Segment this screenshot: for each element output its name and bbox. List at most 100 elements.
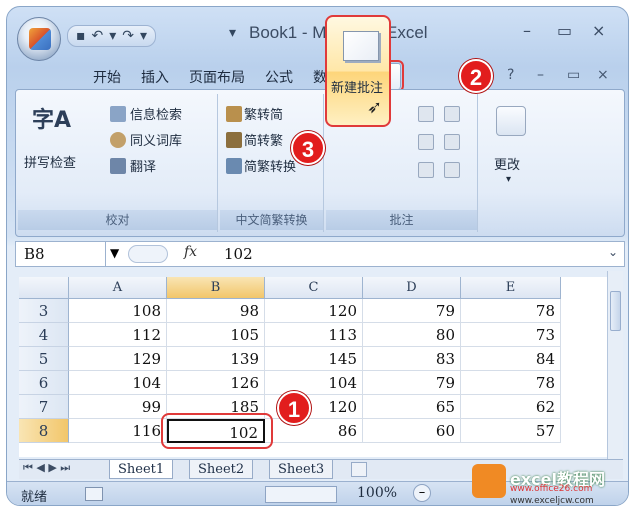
table-cell[interactable]: 98 xyxy=(167,299,265,323)
table-cell[interactable]: 73 xyxy=(461,323,561,347)
sheet-tab-2[interactable]: Sheet2 xyxy=(189,460,254,479)
row-header[interactable]: 3 xyxy=(19,299,69,323)
select-all-corner[interactable] xyxy=(19,277,69,299)
table-cell[interactable]: 129 xyxy=(69,347,167,371)
table-cell[interactable]: 78 xyxy=(461,299,561,323)
row-header-selected[interactable]: 8 xyxy=(19,419,69,443)
undo-icon[interactable]: ↶ xyxy=(92,28,104,44)
table-cell[interactable]: 78 xyxy=(461,371,561,395)
name-box[interactable]: B8 xyxy=(16,242,106,266)
name-box-dropdown-icon[interactable]: ▼ xyxy=(110,246,119,260)
row-header[interactable]: 7 xyxy=(19,395,69,419)
dropdown-icon[interactable]: ▾ xyxy=(140,28,147,44)
row-header[interactable]: 5 xyxy=(19,347,69,371)
research-button[interactable]: 信息检索 xyxy=(130,104,182,123)
insert-sheet-icon[interactable] xyxy=(351,462,367,477)
qat-customize-icon[interactable]: ▾ xyxy=(229,25,236,41)
conversion-button[interactable]: 简繁转换 xyxy=(244,156,296,175)
table-cell[interactable]: 80 xyxy=(363,323,461,347)
table-cell[interactable]: 65 xyxy=(363,395,461,419)
tab-home[interactable]: 开始 xyxy=(83,63,131,89)
ribbon-close-button[interactable]: × xyxy=(597,67,609,83)
insert-function-icon[interactable]: fx xyxy=(184,244,197,260)
show-ink-icon[interactable] xyxy=(444,162,460,178)
formula-value[interactable]: 102 xyxy=(224,242,253,266)
table-cell[interactable]: 145 xyxy=(265,347,363,371)
table-cell[interactable]: 60 xyxy=(363,419,461,443)
restore-button[interactable]: ▭ xyxy=(557,21,572,40)
edit-comment-icon[interactable] xyxy=(418,106,434,122)
window-frame: ▪ ↶ ▾ ↷ ▾ ▾ Book1 - Microsoft Excel – ▭ … xyxy=(6,6,629,506)
column-header-d[interactable]: D xyxy=(363,277,461,299)
scroll-thumb[interactable] xyxy=(610,291,621,331)
table-cell[interactable]: 108 xyxy=(69,299,167,323)
table-cell[interactable]: 83 xyxy=(363,347,461,371)
table-cell[interactable]: 57 xyxy=(461,419,561,443)
to-traditional-button[interactable]: 简转繁 xyxy=(244,130,283,149)
sheet-nav-icon[interactable]: ⏮ ◀ ▶ ⏭ xyxy=(23,461,70,475)
table-cell[interactable]: 139 xyxy=(167,347,265,371)
previous-comment-icon[interactable] xyxy=(418,134,434,150)
step-badge-1: 1 xyxy=(277,391,311,425)
table-cell[interactable]: 86 xyxy=(265,419,363,443)
column-header-c[interactable]: C xyxy=(265,277,363,299)
office-button[interactable] xyxy=(17,17,61,61)
table-cell[interactable]: 79 xyxy=(363,299,461,323)
formula-bar-handle[interactable] xyxy=(128,245,168,263)
delete-comment-icon[interactable] xyxy=(444,106,460,122)
watermark-logo-icon xyxy=(472,464,506,498)
table-cell[interactable]: 113 xyxy=(265,323,363,347)
group-label-chinese-conversion: 中文简繁转换 xyxy=(220,210,323,230)
translate-button[interactable]: 翻译 xyxy=(130,156,156,175)
table-cell[interactable]: 79 xyxy=(363,371,461,395)
view-buttons[interactable] xyxy=(265,486,337,503)
table-cell[interactable]: 112 xyxy=(69,323,167,347)
table-cell[interactable]: 120 xyxy=(265,299,363,323)
redo-icon[interactable]: ↷ xyxy=(122,28,134,44)
table-cell[interactable]: 99 xyxy=(69,395,167,419)
to-simplified-button[interactable]: 繁转简 xyxy=(244,104,283,123)
step-badge-3: 3 xyxy=(291,131,325,165)
spell-check-button[interactable]: 拼写检查 xyxy=(24,152,76,171)
next-comment-icon[interactable] xyxy=(444,134,460,150)
help-icon[interactable]: ? xyxy=(507,67,514,83)
table-cell[interactable]: 104 xyxy=(69,371,167,395)
vertical-scrollbar[interactable] xyxy=(607,271,623,459)
minimize-button[interactable]: – xyxy=(523,21,531,40)
zoom-level[interactable]: 100% xyxy=(357,485,397,501)
tab-formulas[interactable]: 公式 xyxy=(255,63,303,89)
table-cell[interactable]: 105 xyxy=(167,323,265,347)
new-comment-button[interactable]: 新建批注 ➶ xyxy=(325,15,391,127)
column-header-a[interactable]: A xyxy=(69,277,167,299)
ribbon-minimize-button[interactable]: – xyxy=(537,67,544,83)
worksheet-grid[interactable]: A B C D E 3 108 98 120 79 78 4 112 105 1… xyxy=(19,277,607,457)
to-simplified-icon xyxy=(226,106,242,122)
ribbon-restore-button[interactable]: ▭ xyxy=(567,67,580,83)
table-cell[interactable]: 116 xyxy=(69,419,167,443)
save-icon[interactable]: ▪ xyxy=(76,28,86,44)
column-header-b[interactable]: B xyxy=(167,277,265,299)
excel-window: ▪ ↶ ▾ ↷ ▾ ▾ Book1 - Microsoft Excel – ▭ … xyxy=(0,0,635,511)
row-header[interactable]: 6 xyxy=(19,371,69,395)
new-comment-icon xyxy=(343,31,379,61)
macro-record-icon[interactable] xyxy=(85,487,103,501)
sheet-tab-1[interactable]: Sheet1 xyxy=(109,460,174,479)
dropdown-icon[interactable]: ▾ xyxy=(109,28,116,44)
changes-button[interactable]: 更改 xyxy=(494,154,520,173)
table-cell[interactable]: 62 xyxy=(461,395,561,419)
formula-bar: B8 ▼ fx 102 ⌄ xyxy=(15,241,625,267)
table-cell[interactable]: 104 xyxy=(265,371,363,395)
thesaurus-button[interactable]: 同义词库 xyxy=(130,130,182,149)
sheet-tab-3[interactable]: Sheet3 xyxy=(269,460,334,479)
table-cell[interactable]: 84 xyxy=(461,347,561,371)
tab-insert[interactable]: 插入 xyxy=(131,63,179,89)
column-header-e[interactable]: E xyxy=(461,277,561,299)
expand-formula-icon[interactable]: ⌄ xyxy=(608,245,618,259)
table-cell[interactable]: 126 xyxy=(167,371,265,395)
watermark-url: www.office26.com xyxy=(510,484,593,494)
show-comments-icon[interactable] xyxy=(418,162,434,178)
zoom-out-button[interactable]: – xyxy=(413,484,431,502)
tab-page-layout[interactable]: 页面布局 xyxy=(179,63,255,89)
row-header[interactable]: 4 xyxy=(19,323,69,347)
close-button[interactable]: × xyxy=(592,21,605,40)
